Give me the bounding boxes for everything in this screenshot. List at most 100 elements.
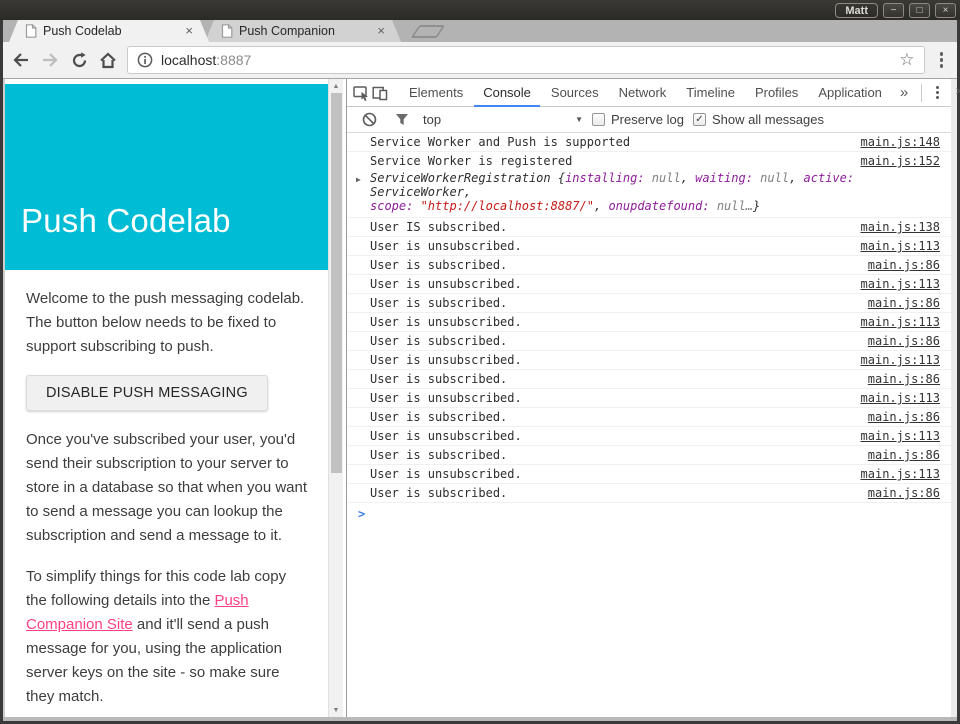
object-preview-line1: ServiceWorkerRegistration {installing: n… [370, 171, 940, 199]
source-link[interactable]: main.js:86 [868, 486, 940, 500]
console-row: User is subscribed. main.js:86 [347, 332, 951, 351]
source-link[interactable]: main.js:152 [861, 154, 940, 168]
session-user-indicator[interactable]: Matt [835, 3, 878, 18]
console-head-rows: Service Worker and Push is supported mai… [347, 133, 951, 152]
source-link[interactable]: main.js:113 [861, 467, 940, 481]
tab-title: Push Companion [239, 24, 371, 38]
source-link[interactable]: main.js:86 [868, 410, 940, 424]
devtools-menu-icon[interactable] [928, 86, 947, 99]
scrollbar-thumb[interactable] [331, 93, 342, 473]
object-preview[interactable]: ▶ ServiceWorkerRegistration {installing:… [347, 171, 951, 217]
devtools-tab-elements[interactable]: Elements [400, 79, 472, 107]
console-prompt-row[interactable]: > [347, 503, 951, 525]
source-link[interactable]: main.js:113 [861, 277, 940, 291]
disable-push-button[interactable]: DISABLE PUSH MESSAGING [26, 375, 268, 411]
reload-icon[interactable] [69, 50, 89, 70]
console-row: User is unsubscribed. main.js:113 [347, 313, 951, 332]
tab-close-icon[interactable]: × [377, 26, 385, 36]
checkbox-checked[interactable]: ✓ [693, 113, 706, 126]
devtools-tabbar: Elements Console Sources Network Timelin… [347, 79, 951, 107]
page-viewport: Push Codelab Welcome to the push messagi… [3, 79, 343, 717]
checkbox-unchecked[interactable] [592, 113, 605, 126]
devtools-tab-network[interactable]: Network [610, 79, 676, 107]
console-row: User is unsubscribed. main.js:113 [347, 427, 951, 446]
expand-triangle-icon[interactable]: ▶ [356, 173, 361, 187]
new-tab-button[interactable] [411, 25, 445, 38]
page-scrollbar[interactable]: ▲ ▼ [328, 79, 343, 717]
devtools-tab-sources[interactable]: Sources [542, 79, 608, 107]
bookmark-star-icon[interactable]: ☆ [899, 52, 914, 68]
source-link[interactable]: main.js:113 [861, 429, 940, 443]
source-link[interactable]: main.js:148 [861, 135, 940, 149]
source-link[interactable]: main.js:86 [868, 372, 940, 386]
forward-icon[interactable] [40, 50, 60, 70]
console-toolbar: top ▼ Preserve log ✓ Show all messages [347, 107, 951, 133]
companion-paragraph: To simplify things for this code lab cop… [26, 565, 308, 709]
tab-close-icon[interactable]: × [185, 26, 193, 36]
devtools-tab-console[interactable]: Console [474, 79, 540, 107]
intro-paragraph: Welcome to the push messaging codelab. T… [26, 287, 308, 359]
source-link[interactable]: main.js:113 [861, 391, 940, 405]
browser-menu-icon[interactable] [934, 52, 950, 68]
more-tabs-icon[interactable]: » [893, 84, 915, 101]
source-link[interactable]: main.js:113 [861, 315, 940, 329]
home-icon[interactable] [98, 50, 118, 70]
content-area: Push Codelab Welcome to the push messagi… [3, 79, 957, 717]
console-row: Service Worker is registered main.js:152 [347, 152, 951, 171]
source-link[interactable]: main.js:113 [861, 353, 940, 367]
source-link[interactable]: main.js:86 [868, 448, 940, 462]
browser-window: Matt − □ × Push Codelab × Push Companion… [0, 0, 960, 724]
url-text[interactable]: localhost:8887 [161, 52, 891, 68]
page-favicon-icon [25, 24, 37, 38]
console-row: Service Worker and Push is supported mai… [347, 133, 951, 152]
console-row: User is unsubscribed. main.js:113 [347, 351, 951, 370]
info-icon[interactable] [137, 52, 153, 68]
object-preview-line2: scope: "http://localhost:8887/", onupdat… [370, 199, 940, 213]
source-link[interactable]: main.js:86 [868, 258, 940, 272]
page-title: Push Codelab [21, 202, 231, 240]
titlebar: Matt − □ × [0, 0, 960, 20]
devtools-tab-timeline[interactable]: Timeline [677, 79, 744, 107]
source-link[interactable]: main.js:138 [861, 220, 940, 234]
console-prompt-chevron[interactable]: > [358, 507, 365, 521]
inspect-element-icon[interactable] [353, 81, 370, 105]
push-codelab-page: Push Codelab Welcome to the push messagi… [3, 79, 328, 717]
back-icon[interactable] [11, 50, 31, 70]
console-registered-group: Service Worker is registered main.js:152… [347, 152, 951, 218]
filter-icon[interactable] [390, 108, 414, 132]
maximize-button[interactable]: □ [909, 3, 930, 18]
execution-context-select[interactable]: top ▼ [423, 112, 583, 127]
minimize-button[interactable]: − [883, 3, 904, 18]
browser-tab-push-codelab[interactable]: Push Codelab × [9, 20, 209, 42]
window-bottom-bevel [3, 717, 957, 721]
window-close-button[interactable]: × [935, 3, 956, 18]
scroll-up-icon[interactable]: ▲ [333, 79, 340, 93]
source-link[interactable]: main.js:86 [868, 296, 940, 310]
page-hero: Push Codelab [5, 84, 328, 270]
chevron-down-icon: ▼ [575, 115, 583, 124]
address-bar[interactable]: localhost:8887 ☆ [127, 46, 925, 74]
console-row: User IS subscribed. main.js:138 [347, 218, 951, 237]
subscription-paragraph: Once you've subscribed your user, you'd … [26, 428, 308, 548]
browser-toolbar: localhost:8887 ☆ [3, 42, 957, 79]
source-link[interactable]: main.js:113 [861, 239, 940, 253]
device-toolbar-icon[interactable] [372, 81, 388, 105]
clear-console-icon[interactable] [357, 108, 381, 132]
source-link[interactable]: main.js:86 [868, 334, 940, 348]
console-row: User is subscribed. main.js:86 [347, 484, 951, 503]
devtools-tab-profiles[interactable]: Profiles [746, 79, 807, 107]
browser-tab-push-companion[interactable]: Push Companion × [205, 20, 401, 42]
tab-strip: Push Codelab × Push Companion × [3, 20, 957, 42]
console-row: User is unsubscribed. main.js:113 [347, 465, 951, 484]
page-favicon-icon [221, 24, 233, 38]
devtools-panel: Elements Console Sources Network Timelin… [347, 79, 957, 717]
console-row: User is unsubscribed. main.js:113 [347, 275, 951, 294]
console-row: User is subscribed. main.js:86 [347, 370, 951, 389]
devtools-tab-application[interactable]: Application [809, 79, 891, 107]
console-rows: User IS subscribed. main.js:138 User is … [347, 218, 951, 503]
show-all-messages-checkbox[interactable]: ✓ Show all messages [693, 112, 824, 127]
preserve-log-checkbox[interactable]: Preserve log [592, 112, 684, 127]
scroll-down-icon[interactable]: ▼ [333, 703, 340, 717]
devtools-close-icon[interactable]: × [949, 83, 960, 102]
console-row: User is unsubscribed. main.js:113 [347, 237, 951, 256]
